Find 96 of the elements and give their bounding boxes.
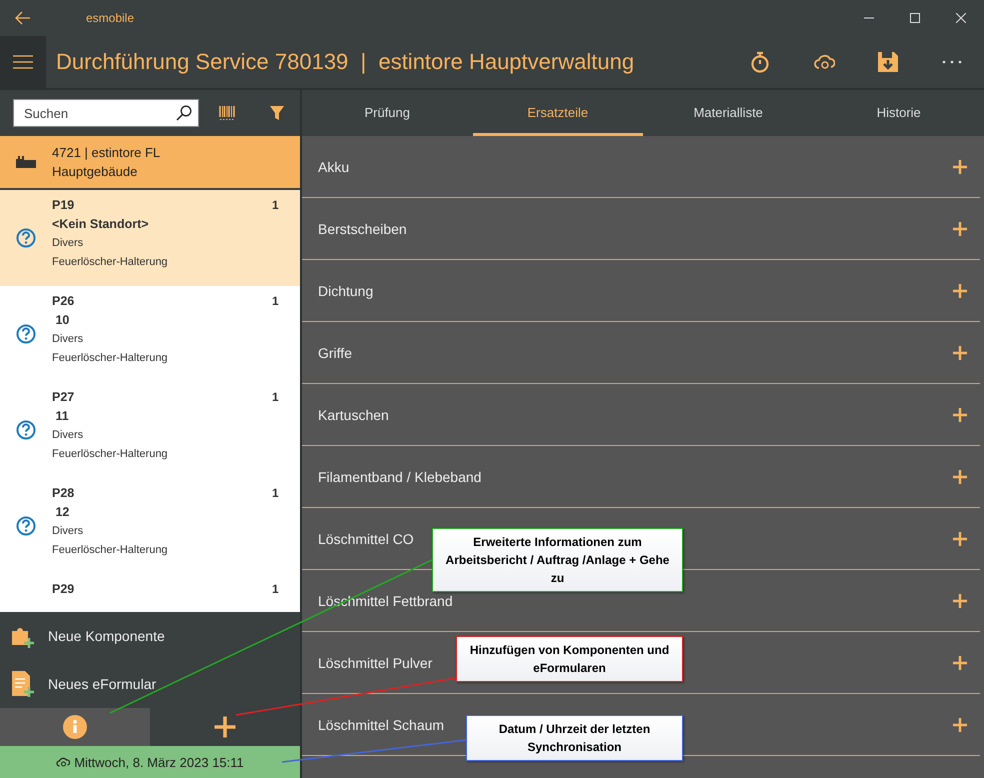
- document-plus-icon: [10, 670, 36, 698]
- tab[interactable]: Historie: [814, 90, 984, 136]
- add-menu-item[interactable]: Neue Komponente: [0, 612, 300, 660]
- plus-icon: [213, 715, 237, 739]
- category-row[interactable]: Dichtung: [302, 260, 980, 322]
- help-icon: [16, 420, 36, 440]
- component-location: 11: [54, 408, 70, 425]
- site-header[interactable]: 4721 | estintore FL Hauptgebäude: [0, 136, 300, 190]
- component-location: 10: [54, 312, 70, 329]
- add-button[interactable]: [952, 282, 968, 298]
- info-tab[interactable]: [0, 708, 150, 746]
- factory-icon: [16, 156, 36, 168]
- add-button[interactable]: [952, 716, 968, 732]
- add-button[interactable]: [952, 406, 968, 422]
- callout: Hinzufügen von Komponenten und eFormularen: [456, 636, 683, 682]
- menu-icon: [13, 55, 33, 69]
- more-icon: [942, 60, 962, 64]
- callout: Erweiterte Informationen zum Arbeitsbericht / Auftrag /Anlage + Gehe zu: [432, 528, 683, 592]
- component-type: Feuerlöscher-Halterung: [52, 255, 169, 270]
- component-type: Feuerlöscher-Halterung: [52, 351, 169, 366]
- cloud-sync-icon: [56, 756, 70, 768]
- component-name: P29: [52, 581, 76, 598]
- component-type: Feuerlöscher-Halterung: [52, 543, 169, 558]
- category-row[interactable]: Akku: [302, 136, 980, 198]
- filter-icon: [270, 105, 284, 121]
- category-name: Kartuschen: [318, 406, 389, 422]
- menu-button[interactable]: [0, 36, 46, 88]
- search-icon[interactable]: [176, 105, 192, 121]
- component-category: Divers: [52, 332, 84, 347]
- category-row[interactable]: Griffe: [302, 322, 980, 384]
- component-count: 1: [272, 485, 280, 500]
- plus-icon: [952, 468, 968, 484]
- component-category: Divers: [52, 236, 84, 251]
- category-row[interactable]: Kartuschen: [302, 384, 980, 446]
- help-icon: [16, 324, 36, 344]
- plus-icon: [952, 530, 968, 546]
- category-name: Löschmittel Schaum: [318, 716, 444, 732]
- component-count: 1: [272, 293, 280, 308]
- plus-icon: [952, 158, 968, 174]
- plus-icon: [952, 344, 968, 360]
- add-button[interactable]: [952, 530, 968, 546]
- callout: Datum / Uhrzeit der letzten Synchronisation: [466, 715, 683, 761]
- component-category: Divers: [52, 428, 84, 443]
- tab[interactable]: Prüfung: [302, 90, 472, 136]
- cloud-sync-icon: [813, 53, 835, 71]
- category-name: Akku: [318, 158, 350, 174]
- component-name: P19: [52, 197, 76, 214]
- plus-icon: [952, 592, 968, 608]
- component-name: P28: [52, 485, 76, 502]
- category-name: Dichtung: [318, 282, 374, 298]
- add-button[interactable]: [952, 158, 968, 174]
- search-field[interactable]: Suchen: [13, 99, 199, 127]
- component-count: 1: [272, 581, 280, 596]
- info-icon: [63, 715, 87, 739]
- component-type: Feuerlöscher-Halterung: [52, 447, 169, 462]
- component-count: 1: [272, 197, 280, 212]
- tab[interactable]: Materialliste: [643, 90, 814, 136]
- component-location: <Kein Standort>: [52, 216, 150, 233]
- category-name: Filamentband / Klebeband: [318, 468, 482, 484]
- component-category: Divers: [52, 524, 84, 539]
- help-icon: [16, 228, 36, 248]
- barcode-icon: [219, 105, 235, 121]
- component-item[interactable]: P19 <Kein Standort> Divers Feuerlöscher-Halterung 1: [0, 190, 300, 286]
- add-button[interactable]: [952, 344, 968, 360]
- category-row[interactable]: Filamentband / Klebeband: [302, 446, 980, 508]
- category-row[interactable]: Berstscheiben: [302, 198, 980, 260]
- back-arrow-icon: [15, 11, 31, 25]
- add-button[interactable]: [952, 654, 968, 670]
- close-icon: [956, 13, 966, 23]
- window-title: esmobile: [86, 11, 134, 25]
- component-count: 1: [272, 389, 280, 404]
- add-button[interactable]: [952, 592, 968, 608]
- page-title: Durchführung Service 780139 | estintore Hauptverwaltung: [56, 49, 634, 75]
- plus-icon: [952, 406, 968, 422]
- component-name: P26: [52, 293, 76, 310]
- category-name: Berstscheiben: [318, 220, 407, 236]
- save-icon: [877, 51, 899, 73]
- maximize-icon: [910, 13, 920, 23]
- stopwatch-icon: [750, 51, 770, 73]
- category-name: Löschmittel CO: [318, 530, 414, 546]
- plus-icon: [952, 220, 968, 236]
- add-menu-item[interactable]: Neues eFormular: [0, 660, 300, 708]
- plus-icon: [952, 716, 968, 732]
- category-name: Löschmittel Pulver: [318, 654, 432, 670]
- component-name: P27: [52, 389, 76, 406]
- tab[interactable]: Ersatzteile: [472, 90, 643, 136]
- component-location: 12: [54, 504, 70, 521]
- category-name: Griffe: [318, 344, 352, 360]
- help-icon: [16, 516, 36, 536]
- sync-time: Mittwoch, 8. März 2023 15:11: [74, 754, 244, 770]
- plus-icon: [952, 654, 968, 670]
- site-building: Hauptgebäude: [52, 163, 138, 181]
- site-name: 4721 | estintore FL: [52, 144, 160, 162]
- plus-icon: [952, 282, 968, 298]
- add-button[interactable]: [952, 220, 968, 236]
- add-button[interactable]: [952, 468, 968, 484]
